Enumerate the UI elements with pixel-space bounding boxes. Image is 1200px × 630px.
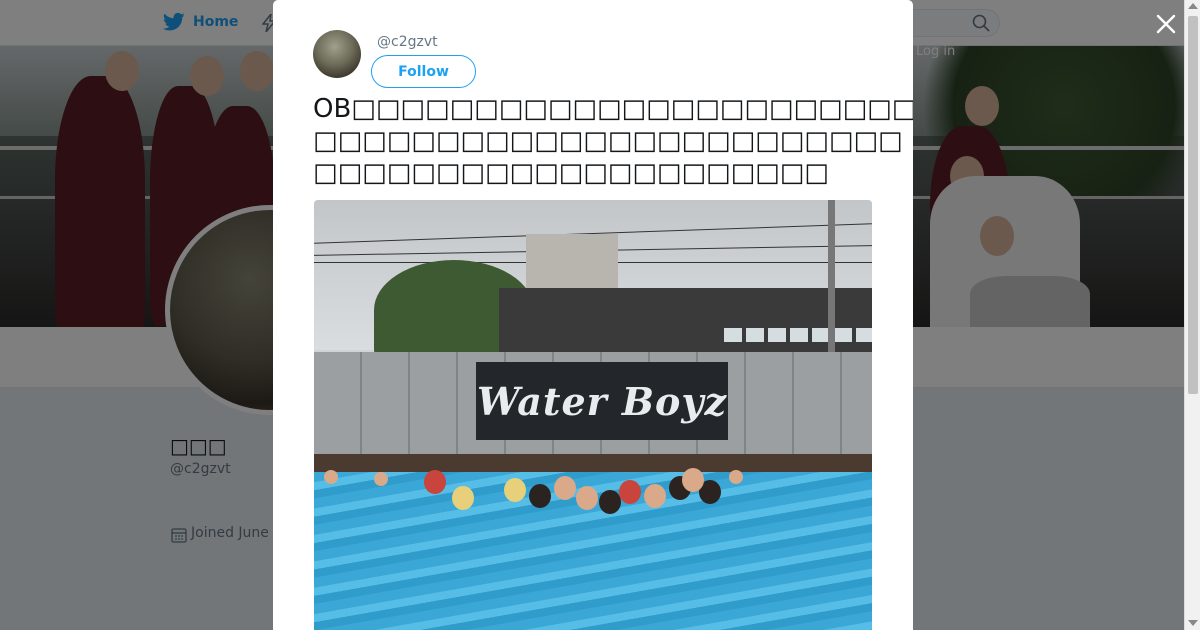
- tweet-author-handle[interactable]: @c2gzvt: [377, 34, 438, 50]
- page-scrollbar[interactable]: [1184, 0, 1200, 630]
- tweet-photo[interactable]: Water Boyz: [314, 200, 872, 630]
- close-icon[interactable]: [1154, 12, 1178, 36]
- scrollbar-thumb[interactable]: [1188, 16, 1198, 394]
- photo-banner: Water Boyz: [476, 362, 728, 440]
- scroll-down-arrow-icon[interactable]: [1188, 620, 1198, 626]
- photo-banner-text: Water Boyz: [476, 378, 728, 424]
- scroll-up-arrow-icon[interactable]: [1188, 3, 1198, 9]
- tweet-modal: @c2gzvt Follow OB□□□□□□□□□□□□□□□□□□□□□□□…: [273, 0, 913, 630]
- follow-button[interactable]: Follow: [371, 55, 476, 88]
- tweet-author-avatar[interactable]: [313, 30, 361, 78]
- tweet-text: OB□□□□□□□□□□□□□□□□□□□□□□□ □□□□□□ □□□□□□□□…: [313, 94, 913, 188]
